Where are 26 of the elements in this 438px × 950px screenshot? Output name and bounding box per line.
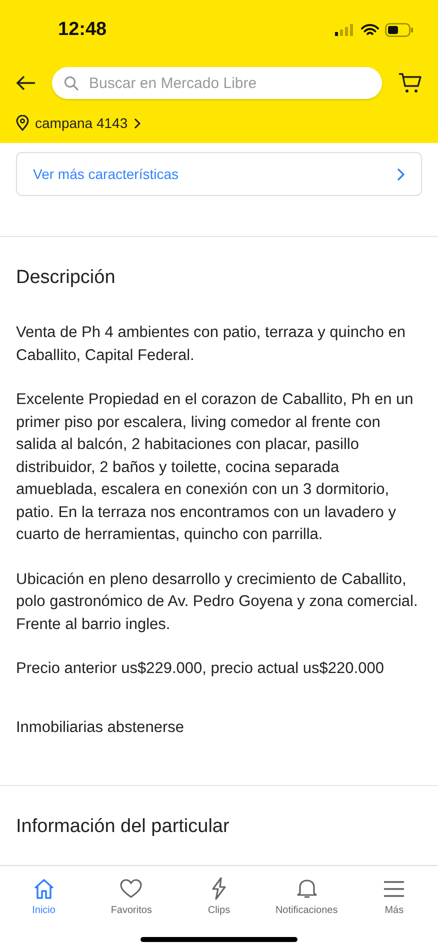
description-paragraph: Excelente Propiedad en el corazon de Caballito, Ph en un primer piso por escalera, living comedor al frente con salida al balcón, 2 habitaciones con placar, pasillo distribuidor, 2 baños y toilette, cocina separada amueblada, escalera en conexión con un 3 dormitorio, patio. En la terraza nos encontramos con un lavadero y cuarto de herramientas, quincho con parrilla. — [16, 390, 414, 545]
tab-bar-item[interactable]: Inicio — [0, 876, 87, 918]
chevron-right-icon — [397, 168, 405, 180]
location-link[interactable]: campana 4143 — [35, 115, 128, 131]
description-paragraph: Inmobiliarias abstenerse — [16, 718, 186, 738]
battery-icon — [385, 23, 414, 37]
location-pin-icon — [16, 115, 29, 131]
section-title: Información del particular — [16, 816, 230, 838]
tab-bar-item[interactable]: Notificaciones — [264, 876, 350, 918]
description-paragraph: Precio anterior us$229.000, precio actual us$220.000 — [16, 659, 385, 679]
status-time: 12:48 — [58, 19, 107, 41]
wifi-icon — [361, 24, 379, 36]
back-arrow-icon[interactable] — [16, 75, 36, 91]
section-title: Descripción — [16, 267, 116, 289]
tab-bar-item[interactable]: Más — [351, 876, 438, 918]
cart-icon[interactable] — [398, 72, 422, 94]
chevron-right-icon — [134, 118, 141, 128]
tab-bar-item[interactable]: Favoritos — [88, 876, 174, 918]
description-paragraph: Venta de Ph 4 ambientes con patio, terraza y quincho en Caballito, Capital Federal. — [16, 323, 406, 366]
signal-icon — [335, 24, 355, 36]
more-features-link[interactable]: Ver más características — [16, 152, 422, 196]
search-field[interactable]: Buscar en Mercado Libre — [52, 67, 382, 99]
search-icon — [64, 76, 79, 91]
tab-bar-item[interactable]: Clips — [176, 876, 262, 918]
description-paragraph: Ubicación en pleno desarrollo y crecimiento de Caballito, polo gastronómico de Av. Pedro Goyena y zona comercial. Frente al barrio ingles. — [16, 570, 419, 634]
heart-icon — [118, 876, 144, 901]
